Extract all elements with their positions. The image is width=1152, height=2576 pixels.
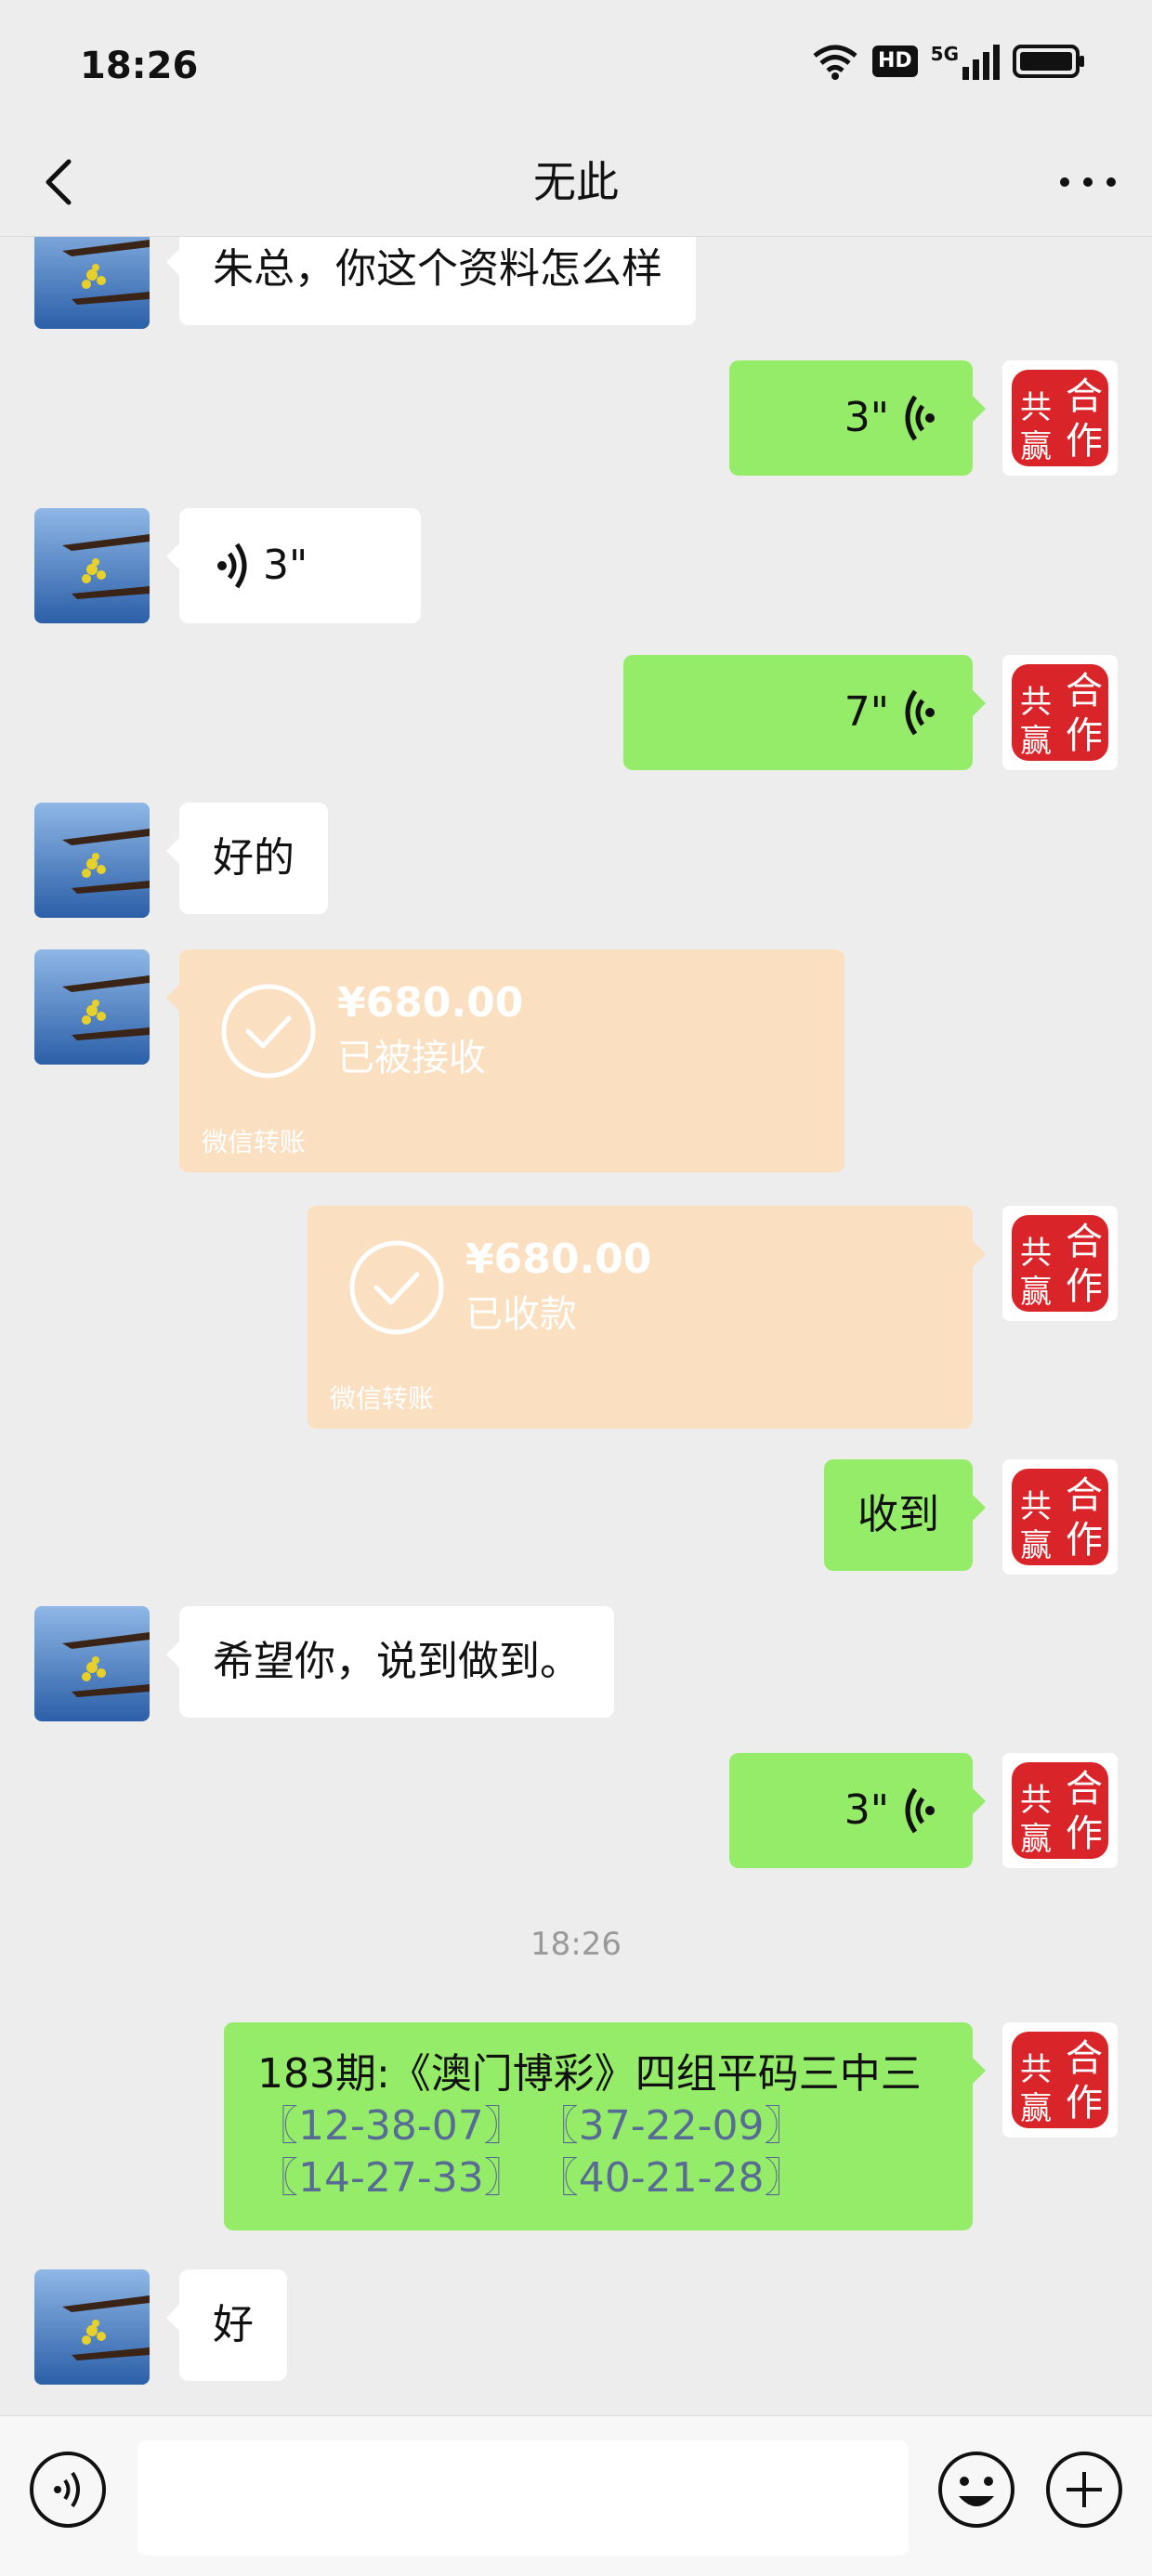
my-avatar[interactable]: 合作共赢 [1002, 1459, 1118, 1575]
seal-text: 共 [1020, 2051, 1052, 2088]
contact-avatar[interactable] [34, 949, 150, 1065]
number-link[interactable]: 〖40-21-28〗 [538, 2154, 805, 2202]
wifi-icon [813, 45, 857, 80]
message-line: 183期:《澳门博彩》四组平码三中三 [257, 2050, 922, 2098]
chat-area[interactable]: 朱总，你这个资料怎么样 合作共赢 3" 3" 合作共赢 7" 好的 ¥680.0… [0, 237, 1152, 2415]
message-text: 朱总，你这个资料怎么样 [213, 245, 662, 293]
battery-icon [1013, 45, 1084, 78]
message-timestamp: 18:26 [530, 1926, 622, 1963]
seal-text: 共 [1020, 1782, 1052, 1819]
seal-text: 赢 [1020, 723, 1052, 760]
seal-text: 合 [1066, 1768, 1103, 1811]
network-label: 5G [930, 43, 959, 65]
seal-text: 赢 [1020, 428, 1052, 465]
seal-text: 作 [1066, 714, 1103, 757]
seal-text: 作 [1066, 420, 1103, 463]
seal-text: 合 [1066, 670, 1103, 713]
contact-avatar[interactable] [34, 237, 150, 329]
message-bubble-incoming[interactable]: 好 [166, 2269, 287, 2381]
seal-text: 共 [1020, 684, 1052, 721]
seal-text: 合 [1066, 1474, 1103, 1517]
seal-text: 赢 [1020, 2090, 1052, 2127]
my-avatar[interactable]: 合作共赢 [1002, 1206, 1118, 1321]
seal-text: 合 [1066, 375, 1103, 418]
my-avatar[interactable]: 合作共赢 [1002, 1753, 1118, 1868]
voice-duration: 3" [844, 394, 889, 441]
voice-wave-icon [905, 1787, 935, 1834]
transfer-status: 已收款 [465, 1293, 577, 1336]
transfer-status: 已被接收 [337, 1037, 486, 1079]
transfer-amount: ¥680.00 [337, 979, 524, 1026]
check-circle-icon [221, 984, 316, 1079]
seal-text: 共 [1020, 1235, 1052, 1272]
voice-wave-icon [905, 395, 935, 441]
voice-message-outgoing[interactable]: 3" [729, 1753, 986, 1868]
message-line: 〖14-27-33〗 〖40-21-28〗 [257, 2152, 939, 2204]
seal-text: 赢 [1020, 1821, 1052, 1858]
seal-text: 共 [1020, 1488, 1052, 1525]
input-bar [0, 2415, 1152, 2576]
seal-text: 作 [1066, 1265, 1103, 1308]
message-text: 好 [213, 2301, 254, 2348]
message-bubble-incoming[interactable]: 朱总，你这个资料怎么样 [166, 237, 696, 325]
contact-avatar[interactable] [34, 508, 150, 623]
message-input[interactable] [137, 2440, 909, 2556]
number-link[interactable]: 〖12-38-07〗 [257, 2102, 525, 2150]
seal-text: 赢 [1020, 1527, 1052, 1564]
seal-text: 作 [1066, 1812, 1103, 1855]
voice-message-outgoing[interactable]: 3" [729, 360, 986, 476]
voice-input-icon[interactable] [28, 2450, 108, 2530]
check-circle-icon [349, 1240, 444, 1335]
signal-icon: 5G [931, 43, 1000, 80]
voice-message-outgoing[interactable]: 7" [623, 655, 986, 770]
my-avatar[interactable]: 合作共赢 [1002, 2022, 1118, 2138]
transfer-amount: ¥680.00 [465, 1236, 652, 1283]
plus-icon[interactable] [1044, 2450, 1124, 2530]
seal-text: 作 [1066, 1519, 1103, 1562]
voice-message-incoming[interactable]: 3" [166, 508, 421, 623]
hd-icon: HD [871, 46, 918, 77]
my-avatar[interactable]: 合作共赢 [1002, 360, 1118, 476]
seal-text: 赢 [1020, 1274, 1052, 1311]
message-bubble-outgoing[interactable]: 183期:《澳门博彩》四组平码三中三 〖12-38-07〗 〖37-22-09〗… [224, 2022, 986, 2230]
message-text: 希望你，说到做到。 [213, 1638, 581, 1685]
voice-duration: 3" [263, 542, 308, 589]
message-bubble-incoming[interactable]: 好的 [166, 803, 328, 914]
message-bubble-incoming[interactable]: 希望你，说到做到。 [166, 1606, 614, 1718]
my-avatar[interactable]: 合作共赢 [1002, 655, 1118, 770]
voice-wave-icon [905, 689, 935, 736]
seal-text: 合 [1066, 2037, 1103, 2080]
emoji-icon[interactable] [936, 2450, 1016, 2530]
message-text: 好的 [213, 834, 295, 882]
status-time: 18:26 [80, 45, 199, 87]
seal-text: 作 [1066, 2082, 1103, 2125]
status-bar: 18:26 HD 5G [0, 0, 1152, 130]
transfer-card-outgoing[interactable]: ¥680.00 已收款 微信转账 [308, 1206, 986, 1429]
status-icons: HD 5G [811, 43, 1087, 80]
message-text: 收到 [857, 1491, 939, 1538]
seal-text: 共 [1020, 389, 1052, 426]
contact-avatar[interactable] [34, 803, 150, 918]
transfer-card-incoming[interactable]: ¥680.00 已被接收 微信转账 [166, 949, 844, 1172]
voice-wave-icon [217, 543, 247, 589]
seal-text: 合 [1066, 1221, 1103, 1263]
number-link[interactable]: 〖37-22-09〗 [538, 2102, 805, 2150]
voice-duration: 7" [844, 688, 889, 736]
voice-duration: 3" [844, 1786, 889, 1834]
chat-header: 无此 [0, 130, 1152, 237]
message-line: 〖12-38-07〗 〖37-22-09〗 [257, 2100, 939, 2152]
more-options-icon[interactable] [1055, 152, 1120, 212]
contact-avatar[interactable] [34, 1606, 150, 1721]
number-link[interactable]: 〖14-27-33〗 [257, 2154, 525, 2202]
message-bubble-outgoing[interactable]: 收到 [824, 1459, 986, 1571]
contact-avatar[interactable] [34, 2269, 150, 2385]
chat-title: 无此 [533, 157, 619, 207]
transfer-footer: 微信转账 [330, 1383, 435, 1414]
transfer-footer: 微信转账 [202, 1127, 307, 1157]
